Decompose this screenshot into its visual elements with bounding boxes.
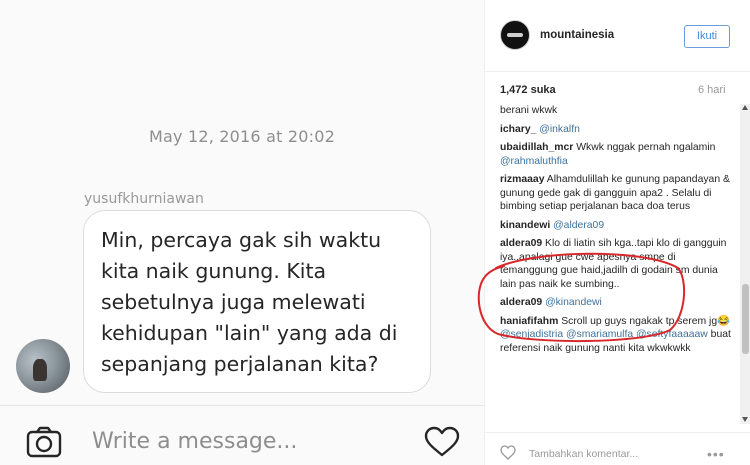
comment-username[interactable]: ubaidillah_mcr [500,142,573,153]
scroll-up-arrow-icon[interactable] [742,105,748,110]
comments-list: berani wkwk ichary_ @inkalfn ubaidillah_… [500,104,736,424]
likes-count[interactable]: 1,472 suka [500,84,556,96]
comment-username[interactable]: ichary_ [500,124,536,135]
comment-mention[interactable]: @kinandewi [545,297,602,308]
list-item: rizmaaay Alhamdulillah ke gunung papanda… [500,173,736,214]
post-age[interactable]: 6 hari [698,84,726,96]
list-item: kinandewi @aldera09 [500,219,736,233]
comment-text: Scroll up guys ngakak tp serem jg😂 [558,315,731,327]
list-item: aldera09 @kinandewi [500,296,736,310]
heart-icon [424,426,460,457]
post-photo: May 12, 2016 at 20:02 yusufkhurniawan Mi… [0,0,484,465]
comment-text: Wkwk nggak pernah ngalamin [573,142,716,153]
scrollbar-thumb[interactable] [742,284,749,354]
heart-icon[interactable] [500,445,516,460]
account-avatar[interactable] [500,20,530,50]
dm-message-input: Write a message... [92,429,298,454]
scroll-down-arrow-icon[interactable] [742,417,748,422]
dm-sender-name: yusufkhurniawan [84,191,204,207]
add-comment-input[interactable]: Tambahkan komentar... [529,448,638,460]
account-username[interactable]: mountainesia [540,29,614,41]
comment-mention[interactable]: @senjadistria @smariamulfa @seftyfaaaaaw [500,329,708,340]
comment-text: berani wkwk [500,105,558,116]
camera-icon [26,426,62,458]
comment-mention[interactable]: @rahmaluthfia [500,156,568,167]
follow-button[interactable]: Ikuti [684,25,730,48]
comment-bar: Tambahkan komentar... ••• [485,432,750,465]
dm-sender-avatar [16,339,70,393]
list-item: haniafifahm Scroll up guys ngakak tp ser… [500,315,736,356]
dm-message-bubble: Min, percaya gak sih waktu kita naik gun… [83,210,431,393]
dm-timestamp: May 12, 2016 at 20:02 [149,127,335,146]
comment-mention[interactable]: @inkalfn [539,124,580,135]
post-header: mountainesia Ikuti [485,0,750,72]
comment-username[interactable]: haniafifahm [500,316,558,327]
comment-username[interactable]: aldera09 [500,297,542,308]
comment-username[interactable]: rizmaaay [500,174,544,185]
list-item: aldera09 Klo di liatin sih kga..tapi klo… [500,237,736,291]
post-side-panel: mountainesia Ikuti 1,472 suka 6 hari ber… [484,0,750,465]
dm-message-text: Min, percaya gak sih waktu kita naik gun… [101,228,398,376]
comment-username[interactable]: kinandewi [500,220,550,231]
comment-mention[interactable]: @aldera09 [553,220,604,231]
list-item: ichary_ @inkalfn [500,123,736,137]
list-item: berani wkwk [500,104,736,118]
comments-scrollbar[interactable] [740,104,750,424]
more-options-button[interactable]: ••• [707,446,725,462]
list-item: ubaidillah_mcr Wkwk nggak pernah ngalami… [500,141,736,168]
comment-username[interactable]: aldera09 [500,238,542,249]
